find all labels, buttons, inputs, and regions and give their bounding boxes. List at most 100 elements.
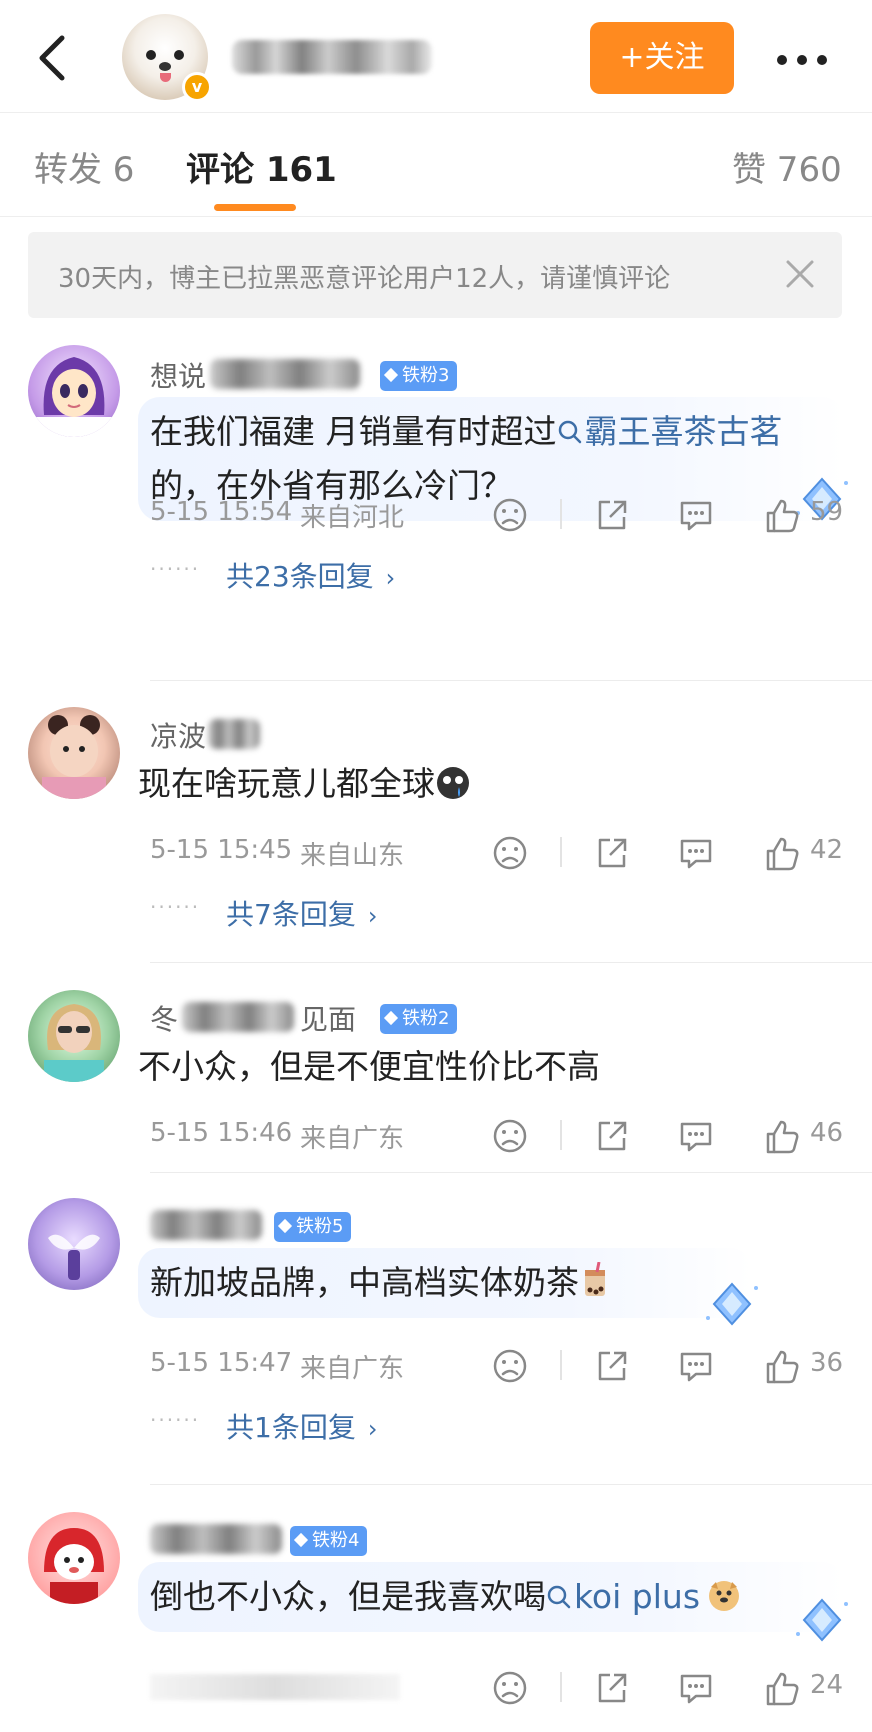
comment-text-part: 在我们福建 月销量有时超过 [150, 412, 557, 451]
sad-face-icon [493, 1119, 527, 1153]
topic-link[interactable]: koi plus [546, 1577, 700, 1616]
comment-text: 现在啥玩意儿都全球 [138, 757, 758, 811]
dislike-button[interactable] [488, 1114, 532, 1158]
reply-dots: ······ [150, 1408, 201, 1432]
avatar[interactable] [28, 990, 120, 1082]
child-photo-avatar-icon [42, 715, 106, 799]
share-icon [598, 500, 627, 530]
comment-author[interactable]: 冬 见面 [150, 998, 380, 1038]
reply-count-text: 共23条回复 [226, 560, 374, 593]
diamond-icon [277, 1218, 293, 1234]
user-name-redacted[interactable] [232, 34, 432, 78]
reply-dots: ······ [150, 895, 201, 919]
tab-bar: 转发 6 评论 161 赞 760 [0, 112, 872, 217]
divider [560, 1120, 562, 1150]
tab-likes[interactable]: 赞 760 [732, 142, 842, 191]
share-button[interactable] [590, 493, 634, 537]
fan-badge: 铁粉2 [380, 1004, 458, 1034]
share-icon [598, 1121, 627, 1151]
redaction-blur [232, 40, 432, 74]
comment-item: 想说 铁粉3 在我们福建 月销量有时超过 霸王喜茶古茗 的，在外省有那么冷门？ 5… [0, 345, 872, 685]
notice-text: 30天内，博主已拉黑恶意评论用户12人，请谨慎评论 [58, 264, 671, 294]
diamond-icon [383, 367, 399, 383]
share-icon [598, 1673, 627, 1703]
redaction-blur [210, 359, 360, 389]
comment-meta: 5-15 15:54 来自河北 59 [150, 493, 850, 537]
chevron-left-icon [39, 35, 65, 81]
avatar[interactable] [28, 1198, 120, 1290]
comment-meta: 24 [150, 1666, 850, 1710]
comment-text-part: 倒也不小众，但是我喜欢喝 [150, 1577, 546, 1616]
reply-button[interactable] [674, 1666, 718, 1710]
search-icon [547, 1585, 571, 1609]
redaction-blur [150, 1524, 282, 1554]
thumbs-up-icon [766, 1120, 799, 1154]
topic-link-text: 霸王喜茶古茗 [584, 412, 783, 451]
crying-emoji-icon [437, 767, 469, 799]
reply-button[interactable] [674, 1114, 718, 1158]
comment-author[interactable]: 想说 [150, 355, 370, 395]
dislike-button[interactable] [488, 1344, 532, 1388]
comment-author[interactable]: 凉波 [150, 715, 370, 755]
search-icon [558, 420, 581, 444]
avatar[interactable]: v [122, 14, 212, 102]
like-count: 46 [810, 1118, 844, 1148]
more-dots-icon [777, 55, 827, 65]
back-button[interactable] [28, 28, 80, 88]
dislike-button[interactable] [488, 493, 532, 537]
comment-icon [680, 1352, 712, 1382]
notice-close-button[interactable] [780, 254, 820, 294]
comment-text-part: 现在啥玩意儿都全球 [138, 764, 435, 803]
view-replies-link[interactable]: ······ 共23条回复 › [150, 551, 450, 595]
topic-link[interactable]: 霸王喜茶古茗 [557, 412, 783, 451]
comment-author[interactable] [150, 1206, 270, 1246]
tab-comments[interactable]: 评论 161 [186, 142, 337, 191]
avatar[interactable] [28, 1512, 120, 1604]
comment-time: 5-15 15:47 [150, 1348, 293, 1378]
like-button[interactable] [760, 1666, 804, 1710]
reply-button[interactable] [674, 1344, 718, 1388]
comment-icon [680, 1674, 712, 1704]
sad-face-icon [493, 1671, 527, 1705]
comment-item: 凉波 现在啥玩意儿都全球 5-15 15:45 来自山东 42 ······ 共… [0, 705, 872, 965]
avatar[interactable] [28, 707, 120, 799]
divider [150, 962, 872, 963]
fan-badge: 铁粉3 [380, 361, 458, 391]
sad-face-icon [493, 836, 527, 870]
fan-badge-label: 铁粉3 [402, 365, 450, 386]
like-button[interactable] [760, 1344, 804, 1388]
fan-badge: 铁粉4 [290, 1526, 368, 1556]
reply-count-text: 共1条回复 [226, 1411, 356, 1444]
follow-button[interactable]: +关注 [590, 22, 734, 94]
dislike-button[interactable] [488, 831, 532, 875]
reply-button[interactable] [674, 831, 718, 875]
share-button[interactable] [590, 1114, 634, 1158]
like-button[interactable] [760, 831, 804, 875]
sad-face-icon [493, 498, 527, 532]
author-name-visible: 想说 [150, 360, 207, 393]
dislike-button[interactable] [488, 1666, 532, 1710]
more-button[interactable] [772, 40, 832, 80]
view-replies-link[interactable]: ······ 共1条回复 › [150, 1402, 450, 1446]
view-replies-link[interactable]: ······ 共7条回复 › [150, 889, 450, 933]
comment-icon [680, 501, 712, 531]
reply-button[interactable] [674, 493, 718, 537]
sad-face-icon [493, 1349, 527, 1383]
purple-plant-avatar-icon [48, 1234, 100, 1280]
share-button[interactable] [590, 1344, 634, 1388]
thumbs-up-icon [766, 837, 799, 871]
chevron-right-icon: › [367, 1415, 378, 1443]
avatar[interactable] [28, 345, 120, 437]
share-button[interactable] [590, 831, 634, 875]
like-count: 42 [810, 835, 844, 865]
like-button[interactable] [760, 493, 804, 537]
fan-badge-label: 铁粉2 [402, 1008, 450, 1029]
comment-author[interactable] [150, 1520, 290, 1560]
comment-item: 铁粉5 新加坡品牌，中高档实体奶茶 5-15 15:47 来自广东 36 ···… [0, 1196, 872, 1466]
like-button[interactable] [760, 1114, 804, 1158]
share-button[interactable] [590, 1666, 634, 1710]
fan-badge-label: 铁粉4 [312, 1530, 360, 1551]
tab-reposts[interactable]: 转发 6 [34, 142, 134, 191]
red-cartoon-avatar-icon [44, 1528, 104, 1604]
comment-location: 来自广东 [300, 1354, 405, 1384]
